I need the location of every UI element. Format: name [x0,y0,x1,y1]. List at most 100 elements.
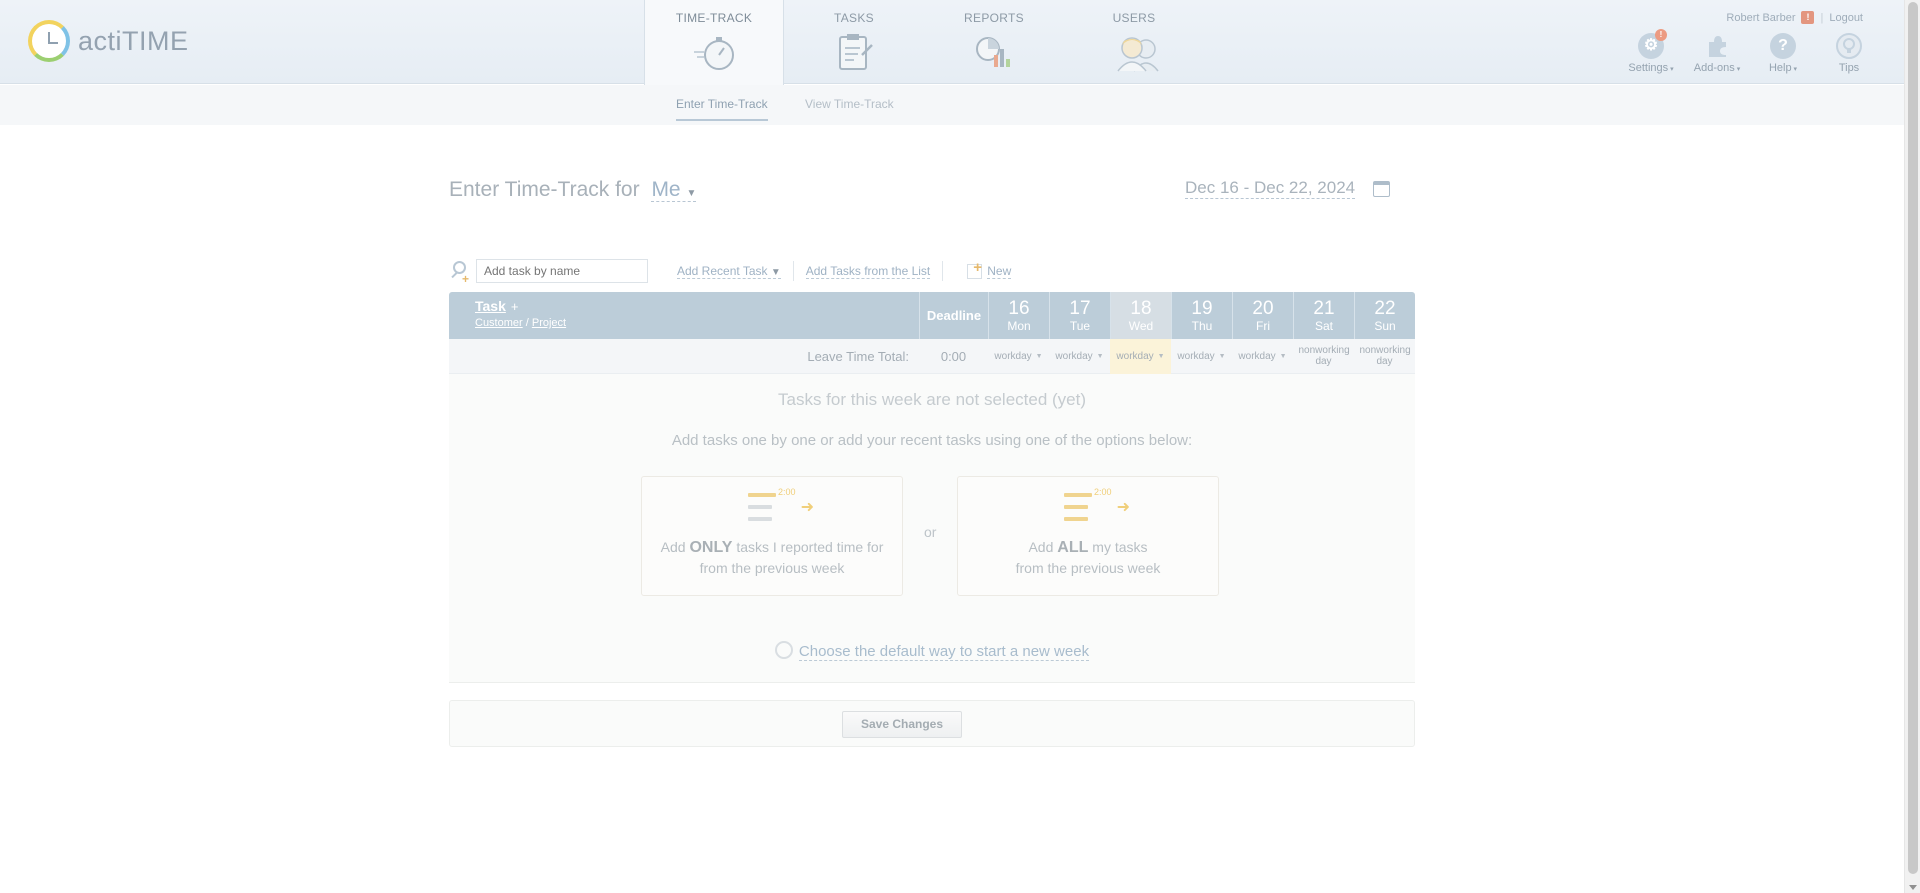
tab-reports[interactable]: REPORTS [924,0,1064,84]
new-task-icon[interactable] [967,259,983,279]
task-sort-link[interactable]: Task [475,298,506,314]
deadline-column-header: Deadline [919,292,988,339]
save-bar: Save Changes [449,700,1415,747]
addons-menu[interactable]: Add-ons ▾ [1692,33,1742,74]
add-reported-tasks-option[interactable]: 2:00 ➜ Add ONLY tasks I reported time fo… [641,476,903,596]
clipboard-icon [832,33,876,73]
stopwatch-icon [692,33,736,73]
alert-icon[interactable]: ! [1801,11,1815,24]
day-header-sat: 21 Sat [1293,292,1354,339]
add-tasks-from-list-button[interactable]: Add Tasks from the List [805,264,931,279]
day-name: Sun [1374,319,1396,333]
main-nav: TIME-TRACK TASKS REPORTS USERS [644,0,1204,85]
day-type-selector-wed[interactable]: workday ▼ [1110,338,1171,374]
scroll-down-icon[interactable] [1909,885,1917,890]
settings-menu[interactable]: ⚙! Settings ▾ [1626,29,1676,74]
divider: | [1820,11,1824,24]
icon-time-value: 2:00 [778,487,796,497]
sub-navigation: Enter Time-Track View Time-Track [0,85,1904,125]
day-type: workday [1116,350,1154,362]
subtab-view-time-track[interactable]: View Time-Track [805,97,894,111]
clock-logo-icon [28,20,70,62]
tool-label: Help [1768,62,1792,74]
or-separator: or [924,524,937,540]
users-icon [1112,33,1159,73]
app-logo[interactable]: actiTIME [28,20,189,62]
day-number: 21 [1313,298,1335,319]
help-menu[interactable]: ? Help ▾ [1758,33,1808,74]
tab-label: TIME-TRACK [675,11,753,25]
day-type: workday [1238,350,1276,362]
day-header-wed: 18 Wed [1110,292,1171,339]
tab-label: USERS [1112,11,1156,25]
notification-badge: ! [1655,29,1667,41]
tips-button[interactable]: Tips [1824,33,1874,74]
project-sort-link[interactable]: Project [532,317,566,329]
leave-time-row: Leave Time Total: 0:00 workday ▼ workday ▼… [449,338,1415,374]
day-type: nonworking day [1298,345,1350,367]
empty-state-title: Tasks for this week are not selected (ye… [777,390,1087,409]
date-range-selector[interactable]: Dec 16 - Dec 22, 2024 [1185,178,1356,199]
tab-users[interactable]: USERS [1064,0,1204,84]
task-column-header: Task + Customer / Project [449,292,919,339]
icon-time-value: 2:00 [1094,487,1112,497]
tab-tasks[interactable]: TASKS [784,0,924,84]
option-label: Add ONLY tasks I reported time for from … [660,539,884,576]
scrollbar-thumb[interactable] [1908,2,1918,874]
day-name: Fri [1256,319,1270,333]
user-name[interactable]: Robert Barber [1726,12,1795,24]
day-header-tue: 17 Tue [1049,292,1110,339]
chart-icon [972,33,1016,73]
tab-label: TASKS [834,11,874,25]
tool-label: Tips [1838,62,1860,74]
day-header-thu: 19 Thu [1171,292,1232,339]
day-name: Wed [1128,319,1154,333]
save-changes-button[interactable]: Save Changes [842,711,962,738]
day-type: nonworking day [1359,345,1411,367]
day-type-selector-thu[interactable]: workday ▼ [1171,339,1232,374]
gear-icon [774,641,793,659]
user-bar: Robert Barber ! | Logout [1726,11,1863,24]
logo-text: actiTIME [78,25,189,56]
day-type-selector-fri[interactable]: workday ▼ [1232,339,1293,374]
day-header-mon: 16 Mon [988,292,1049,339]
day-number: 16 [1008,298,1030,319]
choose-default-way-link[interactable]: Choose the default way to start a new we… [798,643,1090,661]
new-task-button[interactable]: New [987,264,1012,279]
day-number: 22 [1374,298,1396,319]
calendar-icon[interactable] [1373,181,1390,197]
day-name: Tue [1069,319,1091,333]
logout-link[interactable]: Logout [1829,12,1863,24]
expand-icon[interactable]: + [511,299,519,314]
help-icon: ? [1770,33,1796,59]
leave-total-label: Leave Time Total: [807,348,909,364]
day-type-selector-mon[interactable]: workday ▼ [988,339,1049,374]
subtab-enter-time-track[interactable]: Enter Time-Track [676,97,768,121]
day-header-fri: 20 Fri [1232,292,1293,339]
leave-total-value: 0:00 [940,348,967,364]
divider [942,261,944,281]
arrow-icon: ➜ [800,499,814,516]
tab-time-track[interactable]: TIME-TRACK [644,0,784,85]
add-task-input[interactable] [476,259,648,283]
chevron-down-icon: ▼ [1096,352,1104,360]
puzzle-icon [1704,33,1730,59]
day-header-sun: 22 Sun [1354,292,1415,339]
day-type-selector-tue[interactable]: workday ▼ [1049,339,1110,374]
vertical-scrollbar[interactable] [1904,0,1920,893]
add-recent-task-button[interactable]: Add Recent Task ▼ [677,264,781,279]
chevron-down-icon: ▼ [686,188,697,199]
default-week-start: Choose the default way to start a new we… [449,641,1415,661]
add-all-tasks-option[interactable]: 2:00 ➜ Add ALL my tasks from the previou… [957,476,1219,596]
arrow-icon: ➜ [1116,499,1130,516]
top-header: actiTIME TIME-TRACK TASKS REPORTS USERS [0,0,1904,85]
day-type-sat: nonworking day [1293,339,1354,374]
user-selector[interactable]: Me ▼ [651,178,697,202]
customer-sort-link[interactable]: Customer [475,317,523,329]
lightbulb-icon [1836,33,1862,59]
title-prefix: Enter Time-Track for [449,178,640,201]
chevron-down-icon: ▼ [1279,352,1287,360]
task-list-icon: 2:00 ➜ [746,487,814,527]
task-list-icon: 2:00 ➜ [1062,487,1130,527]
chevron-down-icon: ▼ [1157,352,1165,360]
